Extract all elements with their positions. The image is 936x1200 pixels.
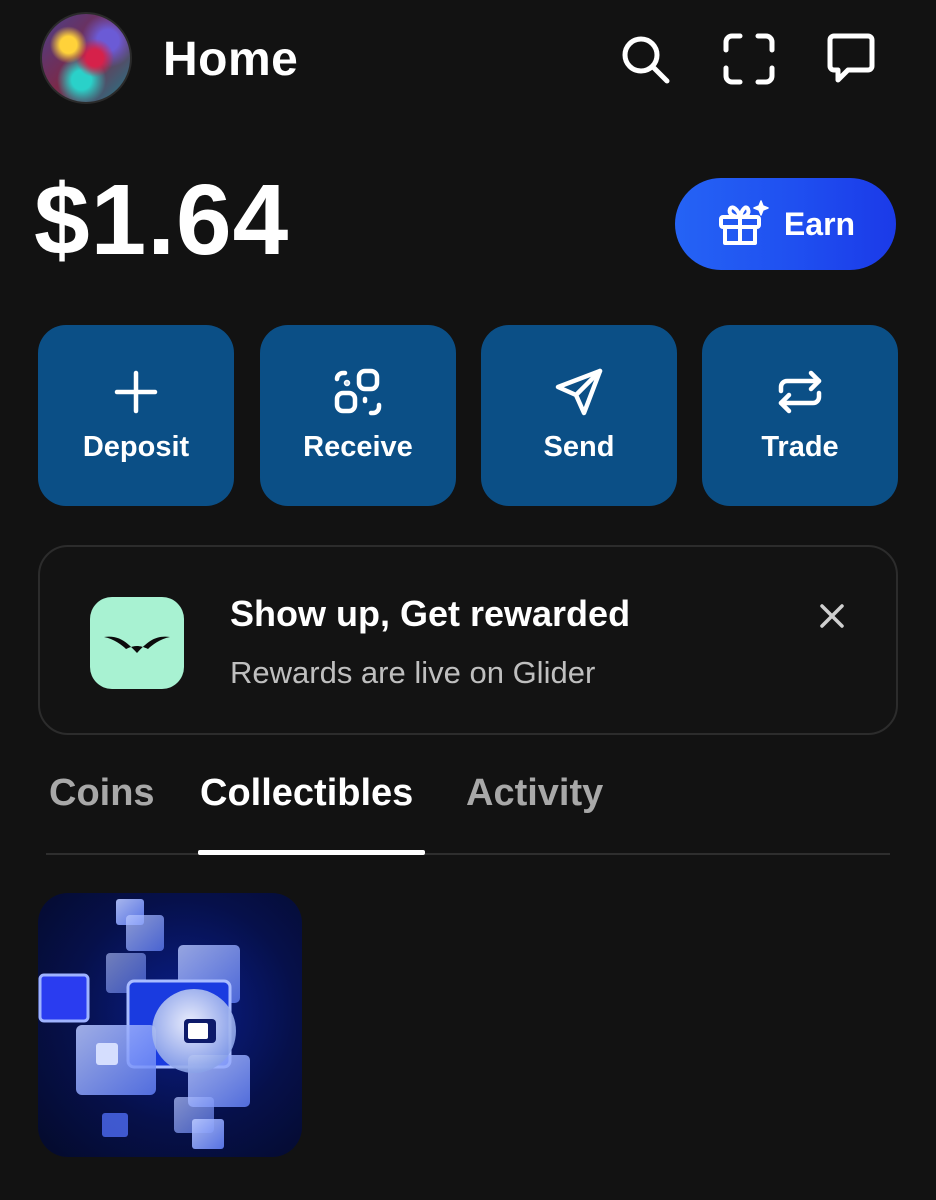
plus-icon	[109, 365, 163, 419]
tabs-divider	[46, 853, 890, 855]
collectible-image	[38, 899, 250, 1149]
balance-amount: $1.64	[34, 164, 290, 276]
search-icon[interactable]	[616, 30, 674, 88]
earn-label: Earn	[783, 205, 856, 242]
trade-label: Trade	[761, 431, 839, 463]
promo-card[interactable]: Show up, Get rewarded Rewards are live o…	[38, 545, 898, 735]
send-icon	[552, 365, 606, 419]
scan-icon[interactable]	[720, 30, 778, 88]
earn-button[interactable]: Earn	[675, 178, 896, 270]
glider-logo	[90, 597, 184, 689]
tab-activity[interactable]: Activity	[466, 772, 603, 815]
promo-subtitle: Rewards are live on Glider	[230, 655, 596, 690]
page-title: Home	[163, 33, 299, 86]
receive-label: Receive	[303, 431, 413, 463]
send-label: Send	[543, 431, 615, 463]
deposit-button[interactable]: Deposit	[38, 325, 234, 506]
qr-icon	[331, 365, 385, 419]
receive-button[interactable]: Receive	[260, 325, 456, 506]
deposit-label: Deposit	[82, 431, 190, 463]
promo-title: Show up, Get rewarded	[230, 593, 631, 634]
trade-button[interactable]: Trade	[702, 325, 898, 506]
close-icon[interactable]	[815, 599, 849, 633]
chat-icon[interactable]	[822, 30, 880, 88]
tab-coins[interactable]: Coins	[49, 772, 155, 815]
swap-icon	[773, 365, 827, 419]
tab-collectibles[interactable]: Collectibles	[200, 772, 413, 815]
active-tab-indicator	[198, 850, 425, 855]
avatar[interactable]	[40, 12, 132, 104]
collectible-card[interactable]	[38, 893, 302, 1157]
gift-icon	[718, 200, 769, 245]
send-button[interactable]: Send	[481, 325, 677, 506]
